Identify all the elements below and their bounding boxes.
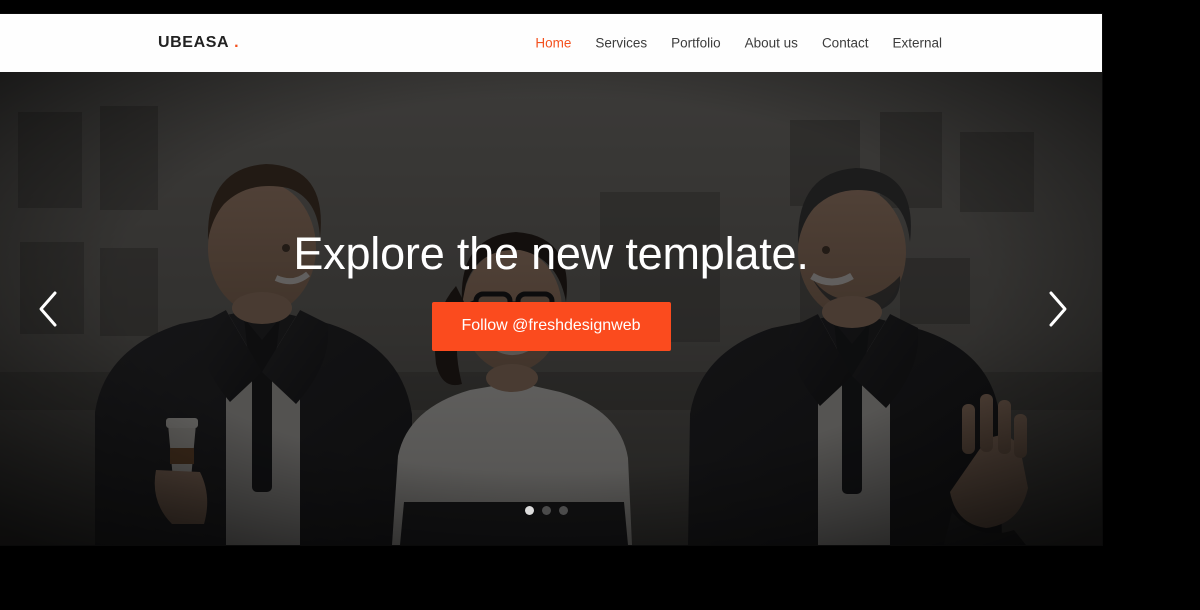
nav-item-portfolio[interactable]: Portfolio <box>659 32 733 54</box>
header-inner: UBEASA. Home Services Portfolio About us… <box>0 14 1102 72</box>
nav-item-about-us[interactable]: About us <box>733 32 810 54</box>
chevron-right-icon <box>1045 289 1071 329</box>
carousel-dot-3[interactable] <box>558 506 568 515</box>
carousel-indicators <box>0 506 1102 515</box>
nav-item-contact[interactable]: Contact <box>810 32 881 54</box>
logo-text: UBEASA <box>158 34 230 51</box>
nav-item-home[interactable]: Home <box>523 32 583 54</box>
hero-carousel: Explore the new template. Follow @freshd… <box>0 72 1102 545</box>
nav-item-services[interactable]: Services <box>583 32 659 54</box>
carousel-next-button[interactable] <box>1036 287 1080 331</box>
screenshot-canvas: UBEASA. Home Services Portfolio About us… <box>0 0 1200 610</box>
site-header: UBEASA. Home Services Portfolio About us… <box>0 14 1102 72</box>
browser-page: UBEASA. Home Services Portfolio About us… <box>0 14 1102 545</box>
nav-item-external[interactable]: External <box>880 32 954 54</box>
chevron-left-icon <box>35 289 61 329</box>
hero-content: Explore the new template. Follow @freshd… <box>0 72 1102 545</box>
hero-cta-button[interactable]: Follow @freshdesignweb <box>431 301 671 351</box>
carousel-dot-2[interactable] <box>541 506 551 515</box>
carousel-dot-1[interactable] <box>524 506 534 515</box>
main-navigation: Home Services Portfolio About us Contact… <box>523 32 954 54</box>
site-logo[interactable]: UBEASA. <box>158 35 239 51</box>
hero-title: Explore the new template. <box>293 228 809 279</box>
carousel-prev-button[interactable] <box>26 287 70 331</box>
logo-accent-dot: . <box>234 34 240 51</box>
